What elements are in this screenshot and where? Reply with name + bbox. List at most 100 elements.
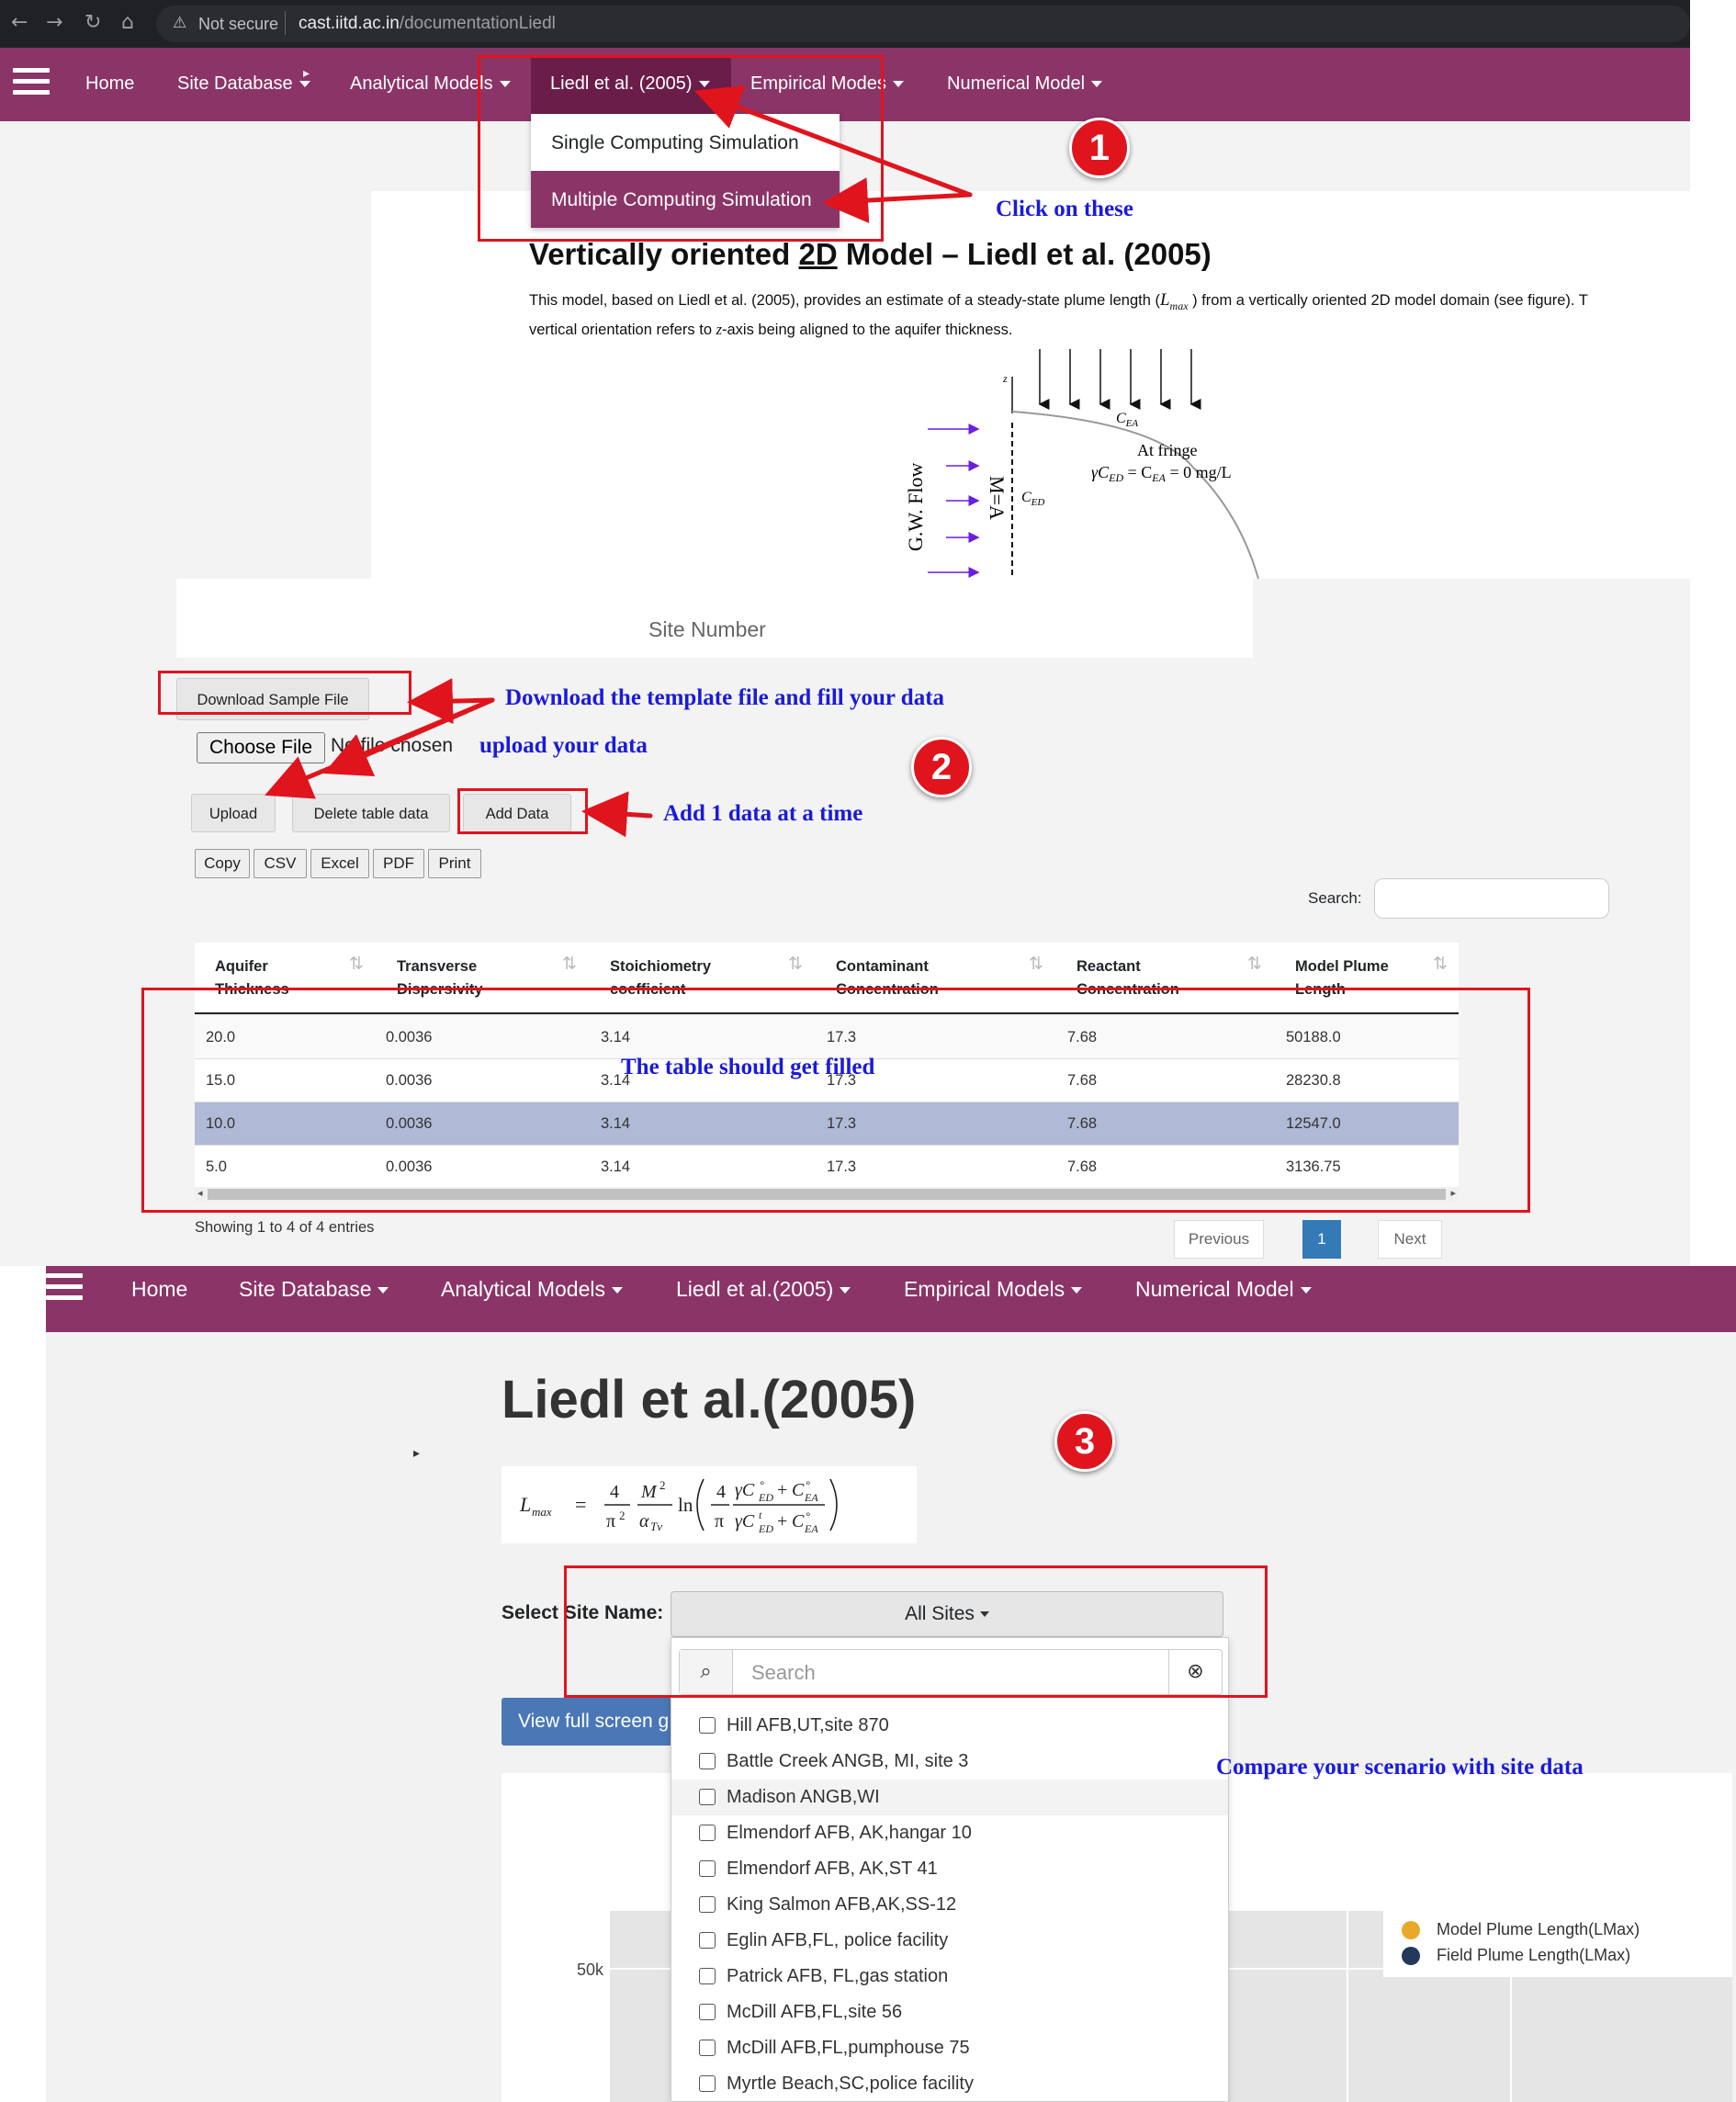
pagination-previous[interactable]: Previous xyxy=(1174,1220,1264,1259)
chart-legend: Model Plume Length(LMax) Field Plume Len… xyxy=(1383,1911,1732,1977)
site-option-label: McDill AFB,FL,pumphouse 75 xyxy=(727,2038,970,2058)
sort-icon[interactable]: ⇅ xyxy=(562,954,577,974)
site-option[interactable]: Eglin AFB,FL, police facility xyxy=(671,1923,1228,1959)
table-search-input[interactable] xyxy=(1374,878,1609,919)
legend-dot xyxy=(1402,1947,1420,1966)
svg-text:t: t xyxy=(759,1509,762,1521)
legend-label: Field Plume Length(LMax) xyxy=(1437,1946,1631,1964)
eq-rhs: = 0 mg/L xyxy=(1166,463,1232,481)
nav-numerical-model[interactable]: Numerical Model xyxy=(1135,1277,1312,1302)
col-header-line-1: Aquifer xyxy=(215,958,268,975)
export-csv-button[interactable]: CSV xyxy=(254,849,307,878)
site-option[interactable]: Madison ANGB,WI xyxy=(671,1780,1228,1815)
sort-icon[interactable]: ⇅ xyxy=(1433,954,1448,974)
svg-text:+: + xyxy=(777,1480,787,1500)
site-option[interactable]: Elmendorf AFB, AK,hangar 10 xyxy=(671,1815,1228,1851)
lmax-formula: L max = 4 π2 M2 α Tv ln 4 π γC ED ∘ + C EA ∘ … xyxy=(502,1466,917,1543)
site-checkbox[interactable] xyxy=(699,1753,716,1769)
svg-text:C: C xyxy=(792,1480,805,1500)
svg-text:ED: ED xyxy=(758,1522,773,1535)
sort-icon[interactable]: ⇅ xyxy=(349,954,364,974)
formula-graphic: L max = 4 π2 M2 α Tv ln 4 π γC ED∘ + C EA∘ … xyxy=(519,1476,838,1535)
mouse-cursor-icon: ▸ xyxy=(303,66,310,81)
nav-home[interactable]: Home xyxy=(131,1277,187,1302)
table-info: Showing 1 to 4 of 4 entries xyxy=(195,1219,375,1236)
legend-item-field[interactable]: Field Plume Length(LMax) xyxy=(1402,1946,1631,1966)
sort-icon[interactable]: ⇅ xyxy=(1029,954,1043,974)
choose-file-button[interactable]: Choose File xyxy=(197,732,325,763)
site-checkbox[interactable] xyxy=(699,1825,716,1841)
sort-icon[interactable]: ⇅ xyxy=(788,954,803,974)
address-bar[interactable]: ⚠ Not secure cast.iitd.ac.in/documentati… xyxy=(156,6,1690,42)
site-option[interactable]: Patrick AFB, FL,gas station xyxy=(671,1959,1228,1995)
upload-button[interactable]: Upload xyxy=(191,794,276,832)
site-option[interactable]: McDill AFB,FL,site 56 xyxy=(671,1995,1228,2030)
nav-empirical-models-label: Empirical Models xyxy=(904,1277,1065,1301)
export-pdf-button[interactable]: PDF xyxy=(373,849,424,878)
col-header-line-1: Stoichiometry xyxy=(610,958,712,975)
nav-analytical-models[interactable]: Analytical Models xyxy=(441,1277,623,1302)
eq-cea-sub: EA xyxy=(1151,471,1166,484)
cea-sub: EA xyxy=(1125,418,1139,429)
site-checkbox[interactable] xyxy=(699,2075,716,2092)
desc-part-4: -axis being aligned to the aquifer thick… xyxy=(722,321,1013,338)
site-checkbox[interactable] xyxy=(699,1860,716,1877)
site-option[interactable]: Battle Creek ANGB, MI, site 3 xyxy=(671,1744,1228,1780)
site-option[interactable]: Hill AFB,UT,site 870 xyxy=(671,1708,1228,1744)
caret-icon xyxy=(840,1287,851,1294)
legend-label: Model Plume Length(LMax) xyxy=(1437,1920,1640,1938)
legend-item-model[interactable]: Model Plume Length(LMax) xyxy=(1402,1920,1640,1940)
eq-ced-sub: ED xyxy=(1108,471,1123,484)
export-print-button[interactable]: Print xyxy=(428,849,481,878)
reload-icon[interactable]: ↻ xyxy=(85,11,101,34)
site-option-label: McDill AFB,FL,site 56 xyxy=(727,2002,903,2022)
nav-empirical-models[interactable]: Empirical Models xyxy=(904,1277,1083,1302)
step-badge-2: 2 xyxy=(911,737,972,797)
hamburger-menu-icon[interactable] xyxy=(46,1273,83,1306)
site-checkbox[interactable] xyxy=(699,1717,716,1734)
site-checkbox[interactable] xyxy=(699,2004,716,2020)
hamburger-menu-icon[interactable] xyxy=(13,68,50,101)
site-checkbox[interactable] xyxy=(699,1896,716,1913)
note-click-on-these: Click on these xyxy=(996,197,1133,221)
pagination-next[interactable]: Next xyxy=(1378,1220,1442,1259)
svg-text:Tv: Tv xyxy=(650,1520,662,1533)
site-option[interactable]: McDill AFB,FL,pumphouse 75 xyxy=(671,2030,1228,2066)
sort-icon[interactable]: ⇅ xyxy=(1247,954,1262,974)
m-equals-a-label: M=A xyxy=(986,476,1009,520)
site-checkbox[interactable] xyxy=(699,1932,716,1949)
site-checkbox[interactable] xyxy=(699,2040,716,2056)
svg-text:∘: ∘ xyxy=(805,1508,812,1520)
site-checkbox[interactable] xyxy=(699,1968,716,1984)
nav-site-database-label: Site Database xyxy=(239,1277,372,1301)
nav-site-database[interactable]: Site Database xyxy=(239,1277,389,1302)
export-excel-button[interactable]: Excel xyxy=(310,849,369,878)
view-full-screen-button[interactable]: View full screen g xyxy=(502,1698,672,1746)
nav-site-database[interactable]: Site Database xyxy=(177,73,310,95)
pagination-page-1[interactable]: 1 xyxy=(1302,1220,1341,1259)
site-option[interactable]: King Salmon AFB,AK,SS-12 xyxy=(671,1887,1228,1923)
site-option-label: Battle Creek ANGB, MI, site 3 xyxy=(727,1751,969,1771)
export-copy-button[interactable]: Copy xyxy=(195,849,250,878)
nav-liedl[interactable]: Liedl et al.(2005) xyxy=(676,1277,851,1302)
nav-home[interactable]: Home xyxy=(85,73,134,95)
forward-icon[interactable]: → xyxy=(46,11,62,34)
site-checkbox[interactable] xyxy=(699,1789,716,1805)
note-download-template: Download the template file and fill your… xyxy=(505,685,945,710)
caret-icon xyxy=(1071,1287,1083,1294)
y-tick-label: 50k xyxy=(577,1961,604,1979)
address-separator xyxy=(285,11,286,35)
svg-text:EA: EA xyxy=(804,1491,818,1504)
svg-text:∘: ∘ xyxy=(805,1476,812,1489)
nav-analytical-models-label: Analytical Models xyxy=(441,1277,605,1301)
nav-numerical-model-label: Numerical Model xyxy=(1135,1277,1294,1301)
delete-table-button[interactable]: Delete table data xyxy=(292,794,450,832)
back-icon[interactable]: ← xyxy=(11,11,28,34)
svg-text:2: 2 xyxy=(619,1509,626,1522)
site-option[interactable]: Myrtle Beach,SC,police facility xyxy=(671,2066,1228,2102)
mouse-cursor-icon: ▸ xyxy=(413,1446,421,1461)
nav-numerical-model[interactable]: Numerical Model xyxy=(947,73,1102,95)
nav-analytical-models-label: Analytical Models xyxy=(350,73,493,94)
home-icon[interactable]: ⌂ xyxy=(121,11,134,34)
site-option[interactable]: Elmendorf AFB, AK,ST 41 xyxy=(671,1851,1228,1887)
